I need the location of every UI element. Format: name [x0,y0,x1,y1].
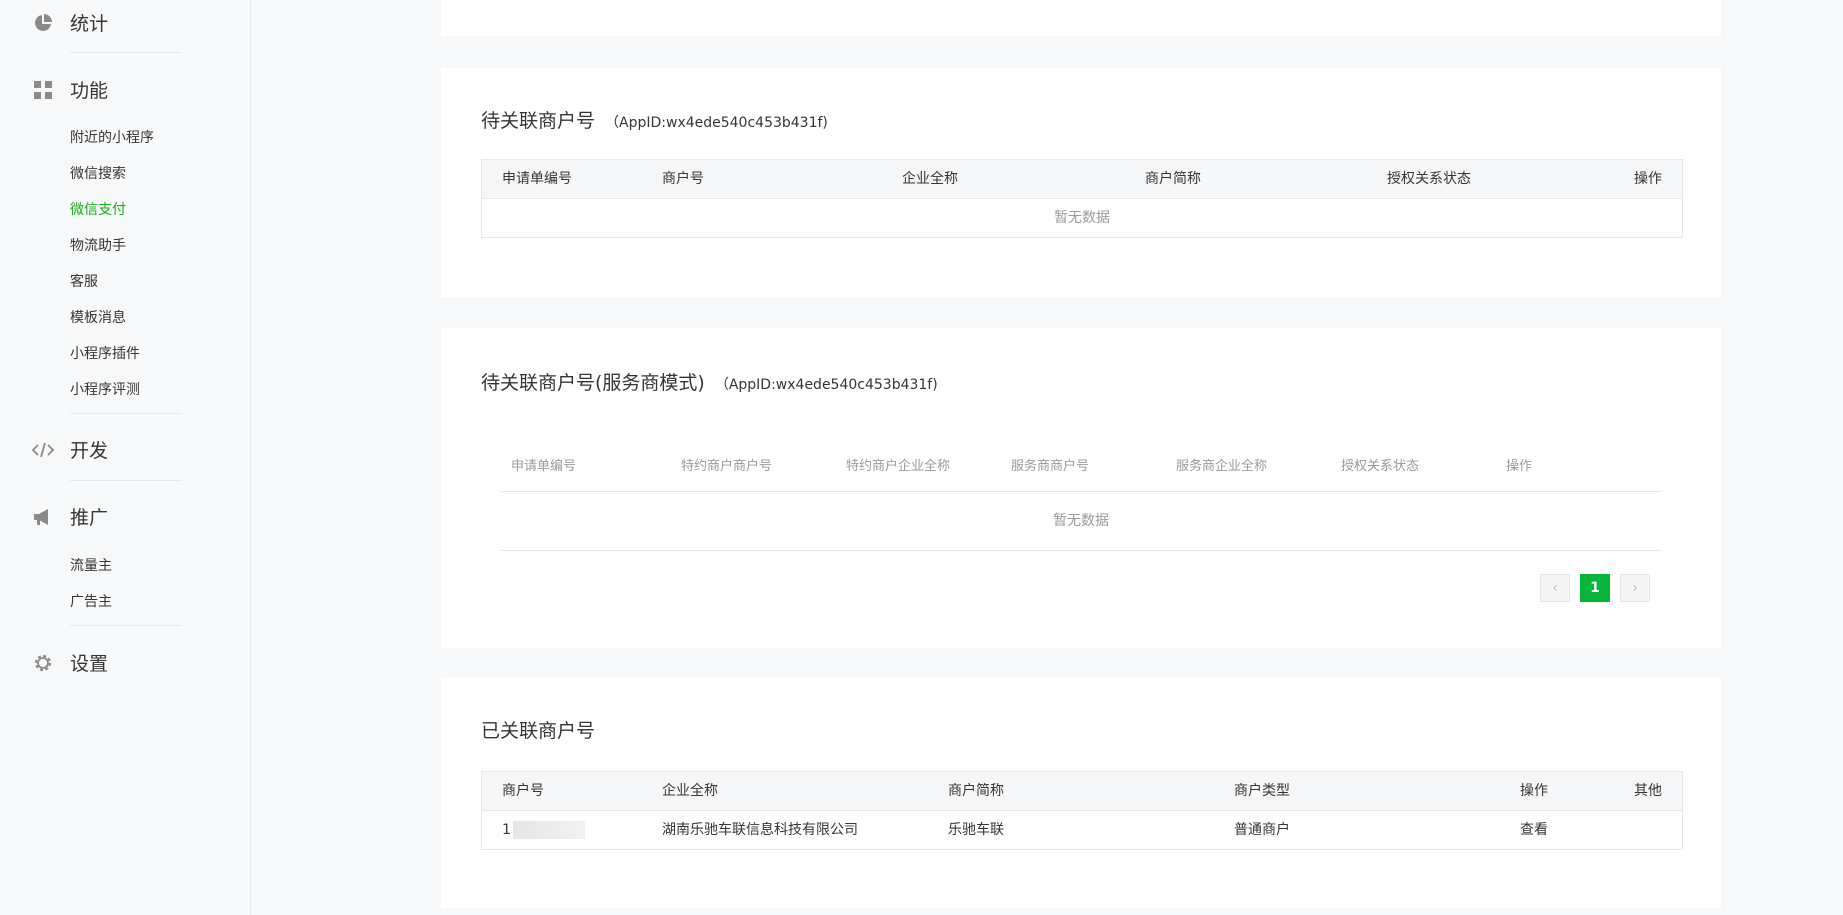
gear-icon [32,652,54,674]
sidebar-item-wechat-pay[interactable]: 微信支付 [70,199,126,219]
col-other: 其他 [1634,783,1662,799]
col-sub-merchant-company: 特约商户企业全称 [846,459,951,474]
col-sp-merchant-no: 服务商商户号 [1011,459,1090,474]
table-header: 申请单编号 商户号 企业全称 商户简称 授权关系状态 操作 [482,160,1682,199]
cell-short-name: 乐驰车联 [948,822,1004,838]
sidebar-item-publisher[interactable]: 流量主 [70,555,112,575]
nav-settings-label: 设置 [70,653,109,675]
linked-title: 已关联商户号 [481,720,596,742]
table-row: 1 湖南乐驰车联信息科技有限公司 乐驰车联 普通商户 查看 [482,811,1682,849]
pending-title: 待关联商户号 （AppID:wx4ede540c453b431f) [481,106,828,133]
nav-features[interactable]: 功能 [32,76,108,103]
sidebar-item-evaluation[interactable]: 小程序评测 [70,379,140,399]
linked-merchants-card: 已关联商户号 商户号 企业全称 商户简称 商户类型 操作 其他 1 湖南乐驰车联… [441,678,1721,908]
col-application-no: 申请单编号 [502,171,572,187]
col-auth-status: 授权关系状态 [1341,459,1420,474]
col-action: 操作 [1506,459,1533,474]
sidebar-item-plugins[interactable]: 小程序插件 [70,343,140,363]
divider [70,625,182,626]
merchant-no-text: 1 [502,822,511,838]
cell-merchant-type: 普通商户 [1234,822,1290,838]
col-application-no: 申请单编号 [511,459,577,474]
sidebar: 统计 功能 附近的小程序 微信搜索 微信支付 物流助手 客服 模板消息 小程序插… [0,0,251,915]
col-merchant-no: 商户号 [502,783,544,799]
pending-sp-appid: （AppID:wx4ede540c453b431f) [714,377,938,393]
sidebar-item-advertiser[interactable]: 广告主 [70,591,112,611]
pending-sp-table: 申请单编号 特约商户商户号 特约商户企业全称 服务商商户号 服务商企业全称 授权… [501,443,1661,551]
nav-settings[interactable]: 设置 [32,649,108,676]
col-short-name: 商户简称 [948,783,1004,799]
pending-appid: （AppID:wx4ede540c453b431f) [605,115,828,131]
col-short-name: 商户简称 [1145,171,1201,187]
divider [70,480,182,481]
view-link[interactable]: 查看 [1520,811,1548,849]
col-merchant-no: 商户号 [662,171,704,187]
col-company-name: 企业全称 [902,171,958,187]
nav-promo[interactable]: 推广 [32,503,108,530]
sidebar-item-logistics[interactable]: 物流助手 [70,235,126,255]
empty-text: 暂无数据 [501,492,1661,551]
divider [70,413,182,414]
empty-text: 暂无数据 [1054,210,1110,226]
page-button-current[interactable]: 1 [1580,574,1610,602]
nav-stats[interactable]: 统计 [32,9,108,36]
nav-dev-label: 开发 [70,440,109,462]
linked-table: 商户号 企业全称 商户简称 商户类型 操作 其他 1 湖南乐驰车联信息科技有限公… [481,771,1683,850]
nav-features-label: 功能 [70,80,109,102]
col-action: 操作 [1520,783,1548,799]
code-icon [32,439,54,461]
table-header: 商户号 企业全称 商户简称 商户类型 操作 其他 [482,772,1682,811]
pending-title-text: 待关联商户号 [481,110,596,132]
col-auth-status: 授权关系状态 [1387,171,1471,187]
redacted-mask [512,821,585,839]
pending-table: 申请单编号 商户号 企业全称 商户简称 授权关系状态 操作 暂无数据 [481,159,1683,238]
nav-promo-label: 推广 [70,507,109,529]
col-sub-merchant-no: 特约商户商户号 [681,459,773,474]
pending-sp-card: 待关联商户号(服务商模式) （AppID:wx4ede540c453b431f) … [441,328,1721,648]
col-action: 操作 [1634,171,1662,187]
nav-dev[interactable]: 开发 [32,436,108,463]
col-sp-company: 服务商企业全称 [1176,459,1268,474]
cell-merchant-no: 1 [502,811,585,849]
pending-sp-title: 待关联商户号(服务商模式) （AppID:wx4ede540c453b431f) [481,368,938,395]
sidebar-item-template-message[interactable]: 模板消息 [70,307,126,327]
top-card [441,0,1721,36]
grid-icon [32,79,54,101]
pagination: ‹ 1 › [1540,574,1650,602]
pending-merchants-card: 待关联商户号 （AppID:wx4ede540c453b431f) 申请单编号 商… [441,68,1721,297]
pie-chart-icon [32,12,54,34]
col-merchant-type: 商户类型 [1234,783,1290,799]
pending-sp-title-text: 待关联商户号(服务商模式) [481,372,705,394]
cell-company-name: 湖南乐驰车联信息科技有限公司 [662,822,858,838]
prev-page-button[interactable]: ‹ [1540,574,1570,602]
nav-stats-label: 统计 [70,13,109,35]
sidebar-item-customer-service[interactable]: 客服 [70,271,98,291]
next-page-button[interactable]: › [1620,574,1650,602]
col-company-name: 企业全称 [662,783,718,799]
divider [70,52,182,53]
sidebar-item-wechat-search[interactable]: 微信搜索 [70,163,126,183]
sidebar-item-nearby[interactable]: 附近的小程序 [70,127,154,147]
table-header: 申请单编号 特约商户商户号 特约商户企业全称 服务商商户号 服务商企业全称 授权… [501,443,1661,492]
megaphone-icon [32,506,54,528]
